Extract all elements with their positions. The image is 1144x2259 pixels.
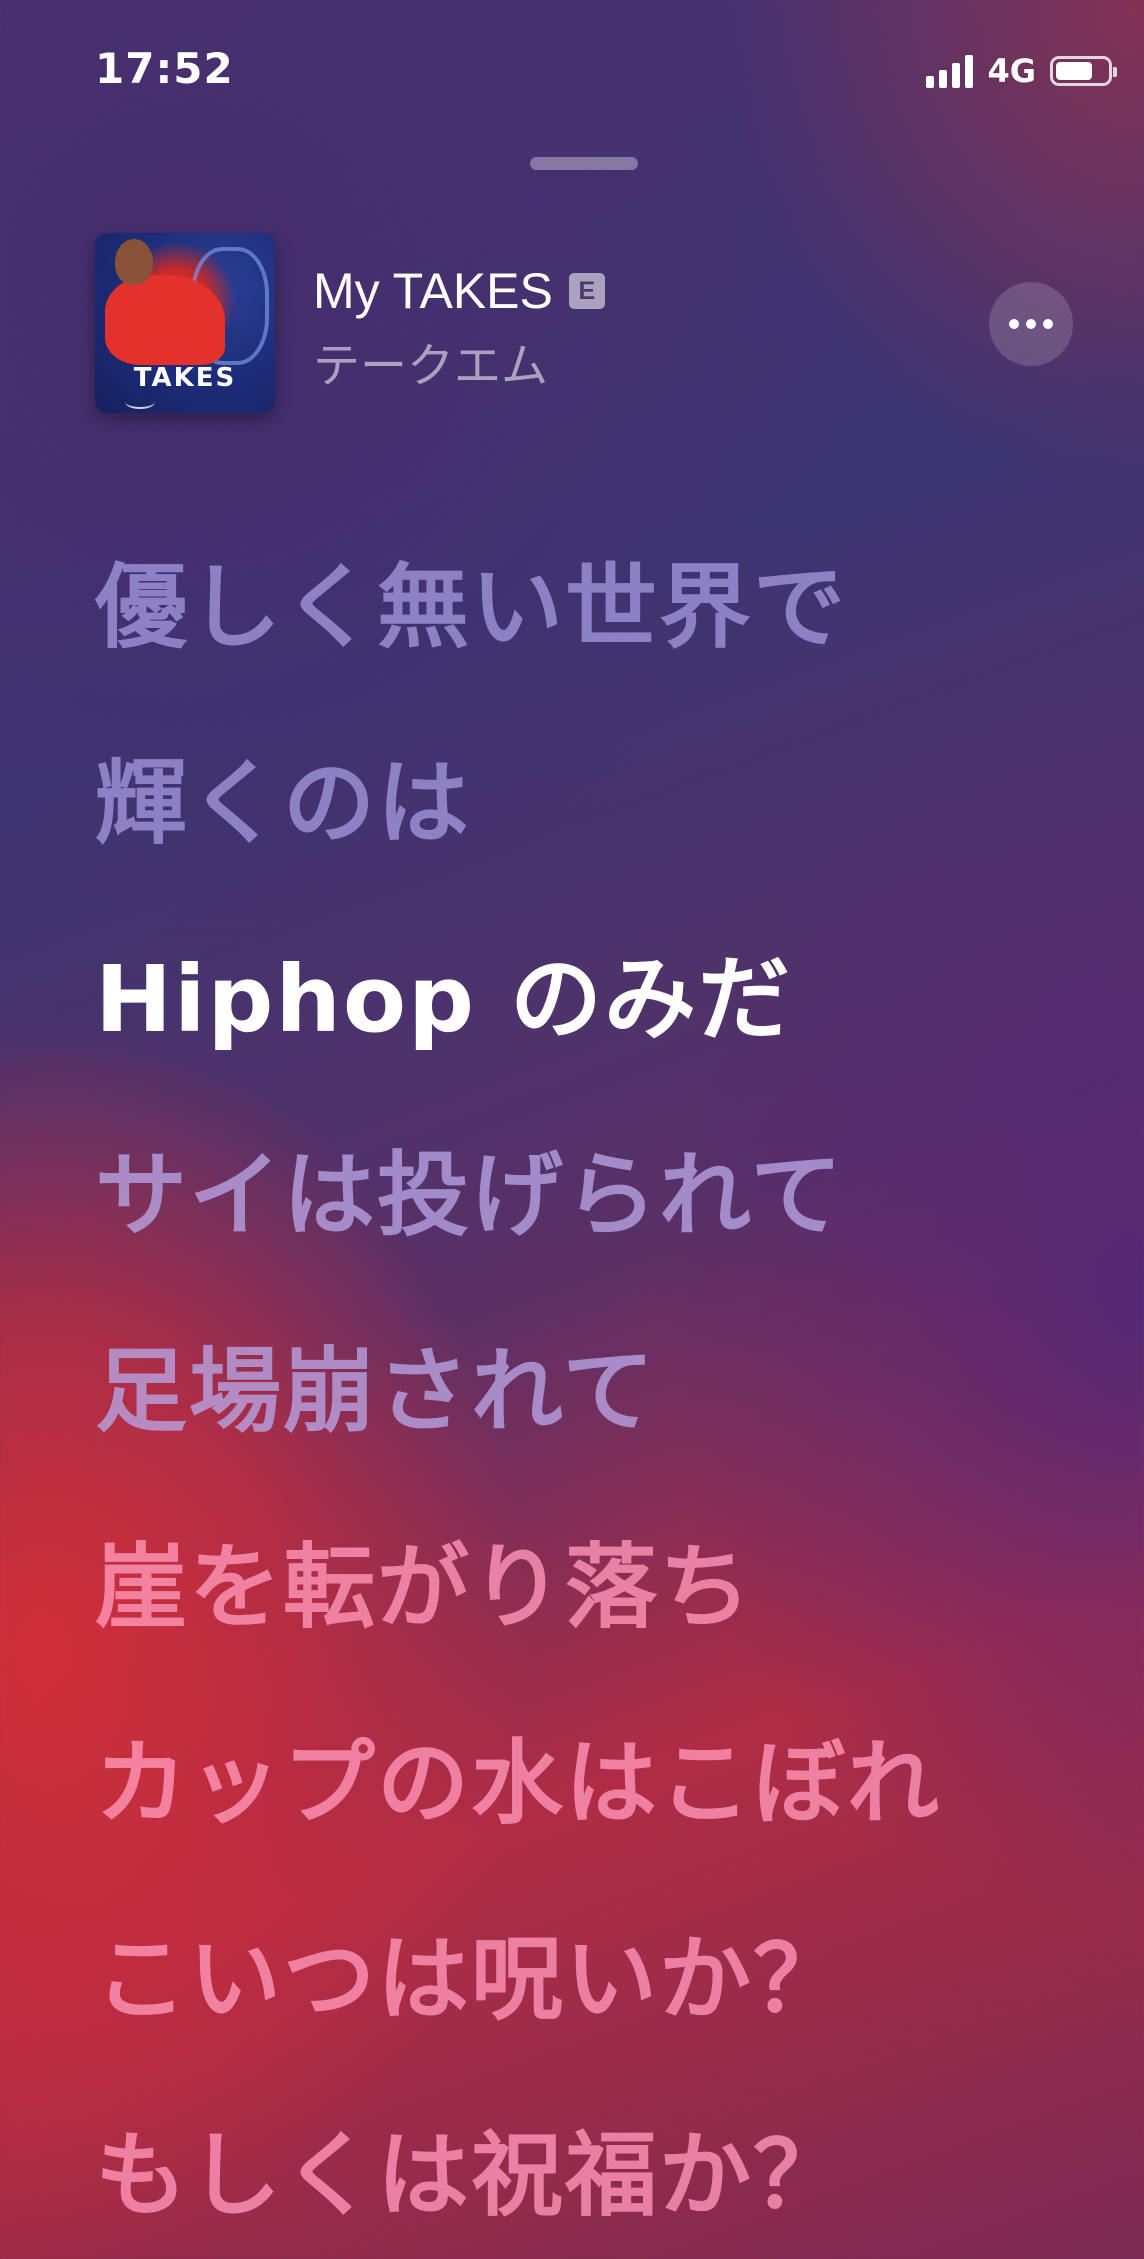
explicit-badge: E: [568, 273, 605, 309]
lyric-line[interactable]: 優しく無い世界で: [95, 510, 1095, 706]
network-type-label: 4G: [987, 52, 1036, 90]
artwork-logo-text: TAKES: [133, 363, 237, 393]
lyric-line[interactable]: サイは投げられて: [95, 1098, 1095, 1294]
cellular-signal-icon: [926, 54, 974, 88]
sheet-grabber[interactable]: [530, 157, 638, 170]
lyric-line[interactable]: 輝くのは: [95, 706, 1095, 902]
lyric-line-current[interactable]: Hiphop のみだ: [95, 902, 1095, 1098]
status-time: 17:52: [95, 44, 234, 93]
track-title-row[interactable]: My TAKES E: [313, 262, 605, 320]
status-indicators: 4G: [926, 52, 1117, 90]
track-title: My TAKES: [313, 263, 553, 319]
lyric-line[interactable]: こいつは呪いか？: [95, 1882, 1095, 2078]
ellipsis-icon: [1009, 319, 1019, 329]
lyric-line[interactable]: 足場崩されて: [95, 1294, 1095, 1490]
album-artwork[interactable]: TAKES: [95, 233, 275, 413]
lyric-line[interactable]: もしくは祝福か？: [95, 2078, 1095, 2259]
lyric-line[interactable]: カップの水はこぼれ: [95, 1686, 1095, 1882]
battery-icon: [1050, 56, 1117, 86]
lyric-line[interactable]: 崖を転がり落ち: [95, 1490, 1095, 1686]
lyrics-list: 優しく無い世界で 輝くのは Hiphop のみだ サイは投げられて 足場崩されて…: [95, 510, 1095, 2259]
more-options-button[interactable]: [989, 282, 1073, 366]
track-artist[interactable]: テークエム: [313, 327, 548, 396]
